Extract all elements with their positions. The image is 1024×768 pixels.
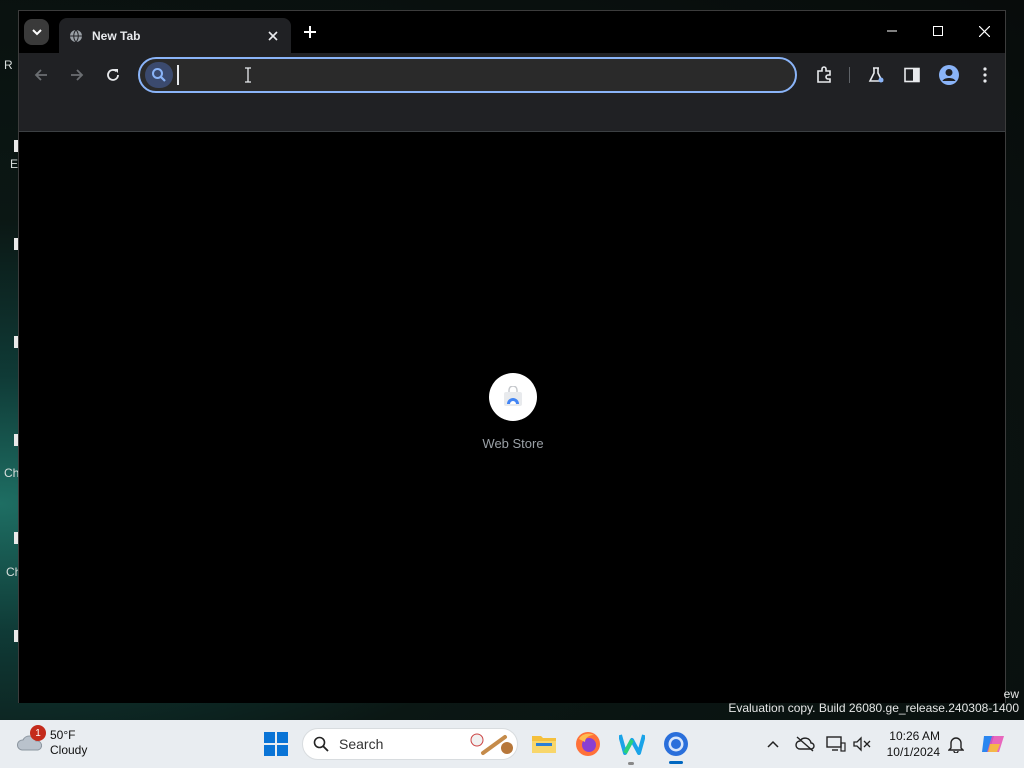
taskbar: 1 50°F Cloudy Search 10:26 AM 10/1/2024 — [0, 720, 1024, 768]
plus-icon — [304, 26, 316, 38]
close-tab-icon[interactable] — [263, 26, 283, 46]
taskbar-clock[interactable]: 10:26 AM 10/1/2024 — [880, 728, 940, 760]
puzzle-icon — [817, 66, 831, 83]
app-active-indicator — [669, 761, 683, 764]
taskbar-search[interactable]: Search — [302, 728, 518, 760]
arrow-right-icon — [71, 69, 84, 81]
web-store-icon — [504, 386, 522, 406]
volume-tray[interactable] — [852, 734, 872, 754]
title-bar: New Tab — [19, 11, 1005, 53]
folder-icon — [532, 736, 556, 753]
show-hidden-icons-button[interactable] — [763, 734, 783, 754]
new-tab-page: Web Store — [19, 132, 1005, 703]
back-button[interactable] — [30, 64, 52, 86]
taskbar-file-explorer[interactable] — [530, 730, 558, 758]
notification-badge: 1 — [30, 725, 46, 741]
cloud-off-icon — [795, 736, 815, 752]
copilot-button[interactable] — [980, 731, 1006, 757]
baseball-highlight-icon — [470, 733, 513, 755]
close-icon — [978, 25, 990, 37]
app-open-indicator — [628, 762, 634, 765]
shortcut-icon-tile — [489, 373, 537, 421]
address-bar[interactable] — [138, 57, 797, 93]
clock-time: 10:26 AM — [889, 729, 940, 743]
weather-temperature: 50°F — [50, 728, 76, 742]
profile-button[interactable] — [938, 64, 960, 86]
taskbar-firefox[interactable] — [574, 730, 602, 758]
taskbar-search-label: Search — [339, 736, 384, 752]
new-tab-button[interactable] — [299, 21, 321, 43]
desktop-label-fragment: R — [4, 58, 13, 72]
bookmarks-bar — [19, 97, 1005, 132]
minimize-icon — [887, 30, 897, 32]
tab-search-button[interactable] — [24, 19, 49, 45]
shortcut-label: Web Store — [482, 436, 544, 451]
text-caret — [177, 65, 179, 85]
globe-icon — [69, 29, 83, 43]
tab-new-tab[interactable]: New Tab — [59, 18, 291, 53]
flask-icon — [868, 67, 884, 83]
side-panel-button[interactable] — [901, 64, 923, 86]
notifications-button[interactable] — [946, 734, 966, 754]
close-window-button[interactable] — [961, 17, 1007, 45]
tab-title: New Tab — [92, 28, 141, 43]
network-tray[interactable] — [826, 734, 846, 754]
menu-button[interactable] — [974, 64, 996, 86]
chevron-up-icon — [767, 740, 779, 748]
clock-date: 10/1/2024 — [886, 745, 940, 759]
weather-widget[interactable]: 1 50°F Cloudy — [16, 725, 87, 758]
start-button[interactable] — [262, 730, 290, 758]
taskbar-app-w[interactable] — [618, 730, 646, 758]
reload-button[interactable] — [102, 64, 124, 86]
more-vertical-icon — [983, 67, 987, 83]
toolbar-divider — [849, 67, 850, 83]
volume-muted-icon — [853, 736, 871, 752]
chevron-down-icon — [31, 29, 42, 36]
copilot-icon — [982, 736, 1004, 752]
minimize-button[interactable] — [869, 17, 915, 45]
ibeam-cursor-icon — [245, 67, 251, 83]
evaluation-watermark: ew Evaluation copy. Build 26080.ge_relea… — [728, 687, 1019, 715]
w-app-icon — [619, 734, 645, 755]
maximize-icon — [933, 26, 943, 36]
extensions-button[interactable] — [813, 64, 835, 86]
shortcut-web-store[interactable]: Web Store — [467, 373, 559, 451]
watermark-build-text: Evaluation copy. Build 26080.ge_release.… — [728, 701, 1019, 715]
chrome-icon — [664, 732, 688, 756]
taskbar-chrome[interactable] — [662, 730, 690, 758]
watermark-fragment: ew — [1003, 687, 1019, 701]
avatar-icon — [939, 65, 959, 85]
forward-button[interactable] — [66, 64, 88, 86]
firefox-icon — [576, 732, 600, 756]
windows-logo-icon — [264, 732, 288, 756]
bell-icon — [948, 737, 964, 753]
weather-condition: Cloudy — [50, 743, 88, 757]
arrow-left-icon — [34, 69, 47, 81]
search-icon — [145, 62, 173, 88]
weather-text: 50°F Cloudy — [50, 728, 87, 758]
search-icon — [313, 736, 329, 752]
onedrive-tray[interactable] — [795, 734, 815, 754]
maximize-button[interactable] — [915, 17, 961, 45]
monitor-network-icon — [826, 736, 846, 752]
address-input[interactable] — [179, 63, 795, 87]
toolbar — [19, 53, 1005, 97]
browser-window: New Tab Web Store — [18, 10, 1006, 703]
side-panel-icon — [904, 67, 920, 83]
labs-button[interactable] — [865, 64, 887, 86]
reload-icon — [107, 69, 119, 81]
desktop-label-fragment: E — [10, 157, 19, 171]
